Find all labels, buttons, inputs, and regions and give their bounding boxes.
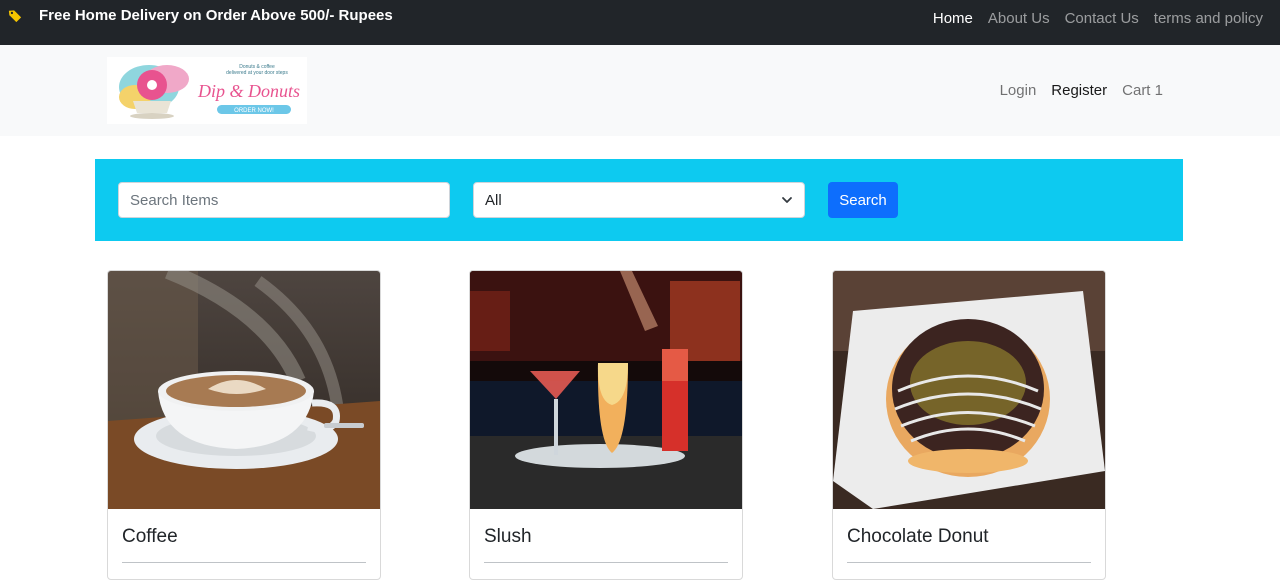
product-card-coffee[interactable]: Coffee [107, 270, 381, 580]
nav-home[interactable]: Home [933, 10, 973, 27]
login-link[interactable]: Login [1000, 82, 1037, 99]
nav-about-us[interactable]: About Us [988, 10, 1050, 27]
search-input[interactable] [118, 182, 450, 218]
chevron-down-icon [782, 197, 792, 203]
product-name[interactable]: Chocolate Donut [847, 526, 989, 548]
divider [847, 562, 1091, 563]
logo-graphic: Donuts & coffee delivered at your door s… [119, 64, 300, 119]
product-card-slush[interactable]: Slush [469, 270, 743, 580]
product-name[interactable]: Coffee [122, 526, 178, 548]
search-bar: All Search [95, 159, 1183, 241]
coffee-image [108, 271, 380, 509]
account-nav: Login Register Cart 1 [1000, 82, 1163, 99]
divider [122, 562, 366, 563]
promo-text: Free Home Delivery on Order Above 500/- … [39, 7, 393, 24]
svg-text:delivered at your door steps: delivered at your door steps [226, 70, 288, 76]
category-select-value: All [485, 191, 502, 209]
brand-logo[interactable]: Donuts & coffee delivered at your door s… [107, 57, 307, 124]
category-select[interactable]: All [473, 182, 805, 218]
svg-text:ORDER NOW!: ORDER NOW! [234, 108, 274, 114]
nav-contact-us[interactable]: Contact Us [1065, 10, 1139, 27]
top-bar: Free Home Delivery on Order Above 500/- … [0, 0, 1280, 45]
promo: Free Home Delivery on Order Above 500/- … [8, 7, 393, 24]
nav-terms-policy[interactable]: terms and policy [1154, 10, 1263, 27]
top-nav: Home About Us Contact Us terms and polic… [933, 10, 1263, 27]
logo-brand: Dip & Donuts [197, 81, 300, 101]
cart-link[interactable]: Cart 1 [1122, 82, 1163, 99]
register-link[interactable]: Register [1051, 82, 1107, 99]
chocolate-donut-image [833, 271, 1105, 509]
divider [484, 562, 728, 563]
site-header: Donuts & coffee delivered at your door s… [0, 45, 1280, 136]
tag-icon [8, 9, 22, 22]
slush-image [470, 271, 742, 509]
product-card-chocolate-donut[interactable]: Chocolate Donut [832, 270, 1106, 580]
search-button[interactable]: Search [828, 182, 898, 218]
product-name[interactable]: Slush [484, 526, 532, 548]
